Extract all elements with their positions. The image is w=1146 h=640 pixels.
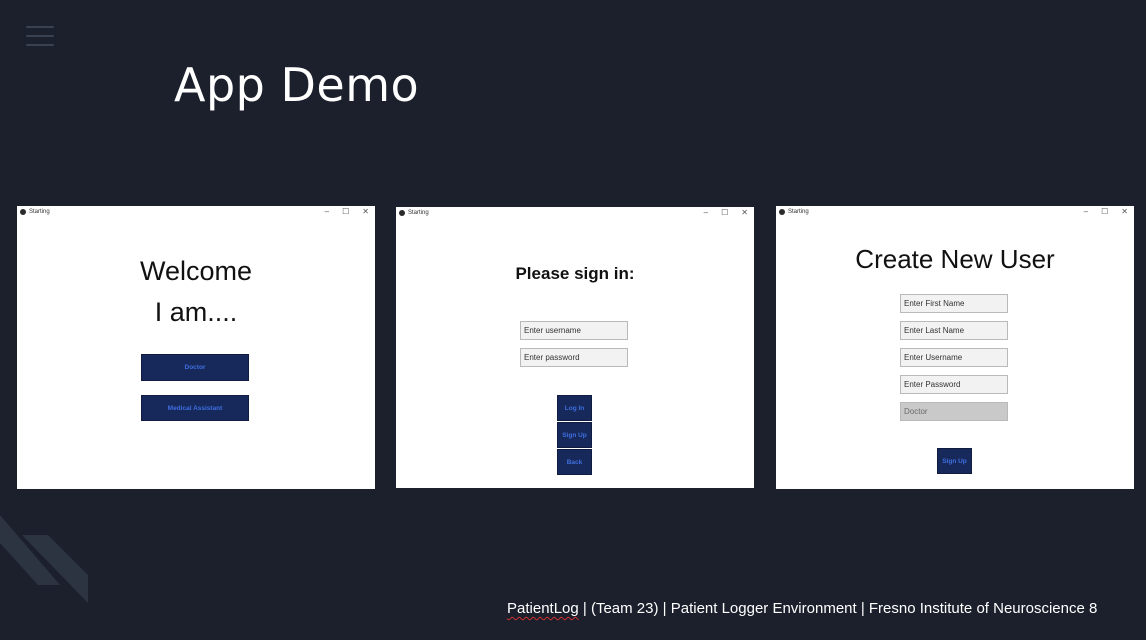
back-button[interactable]: Back: [557, 449, 592, 475]
username-input[interactable]: Enter username: [520, 321, 628, 340]
sign-in-heading: Please sign in:: [515, 264, 635, 283]
close-icon[interactable]: ✕: [362, 207, 369, 216]
first-name-input[interactable]: Enter First Name: [900, 294, 1008, 313]
close-icon[interactable]: ✕: [741, 208, 748, 217]
maximize-icon[interactable]: ☐: [721, 208, 728, 217]
footer-text: | (Team 23) | Patient Logger Environment…: [578, 600, 1098, 617]
app-icon: [20, 209, 26, 215]
app-icon: [779, 209, 785, 215]
login-button[interactable]: Log In: [557, 395, 592, 421]
screenshot-create-user: Starting – ☐ ✕ Create New User Enter Fir…: [776, 206, 1134, 489]
doctor-button[interactable]: Doctor: [141, 354, 249, 381]
window-title: Starting: [29, 209, 50, 215]
last-name-input[interactable]: Enter Last Name: [900, 321, 1008, 340]
window-titlebar: Starting – ☐ ✕: [396, 207, 754, 220]
window-titlebar: Starting – ☐ ✕: [17, 206, 375, 219]
hamburger-menu-icon[interactable]: [26, 26, 54, 46]
password-input[interactable]: Enter Password: [900, 375, 1008, 394]
window-title: Starting: [788, 209, 809, 215]
screenshot-sign-in: Starting – ☐ ✕ Please sign in: Enter use…: [396, 207, 754, 488]
password-input[interactable]: Enter password: [520, 348, 628, 367]
decorative-stripes: [0, 515, 88, 603]
screenshot-welcome: Starting – ☐ ✕ Welcome I am.... Doctor M…: [17, 206, 375, 489]
footer-brand: PatientLog: [507, 600, 579, 617]
app-icon: [399, 210, 405, 216]
minimize-icon[interactable]: –: [1084, 207, 1088, 216]
close-icon[interactable]: ✕: [1121, 207, 1128, 216]
minimize-icon[interactable]: –: [325, 207, 329, 216]
minimize-icon[interactable]: –: [704, 208, 708, 217]
slide-title: App Demo: [174, 58, 420, 112]
window-titlebar: Starting – ☐ ✕: [776, 206, 1134, 219]
username-input[interactable]: Enter Username: [900, 348, 1008, 367]
iam-heading: I am....: [154, 297, 238, 327]
role-select[interactable]: Doctor: [900, 402, 1008, 421]
maximize-icon[interactable]: ☐: [1101, 207, 1108, 216]
window-title: Starting: [408, 210, 429, 216]
maximize-icon[interactable]: ☐: [342, 207, 349, 216]
signup-button[interactable]: Sign Up: [557, 422, 592, 448]
medical-assistant-button[interactable]: Medical Assistant: [141, 395, 249, 421]
signup-button[interactable]: Sign Up: [937, 448, 972, 474]
slide-footer: PatientLog | (Team 23) | Patient Logger …: [507, 600, 1097, 617]
welcome-heading: Welcome: [139, 256, 253, 286]
create-user-heading: Create New User: [855, 244, 1055, 274]
